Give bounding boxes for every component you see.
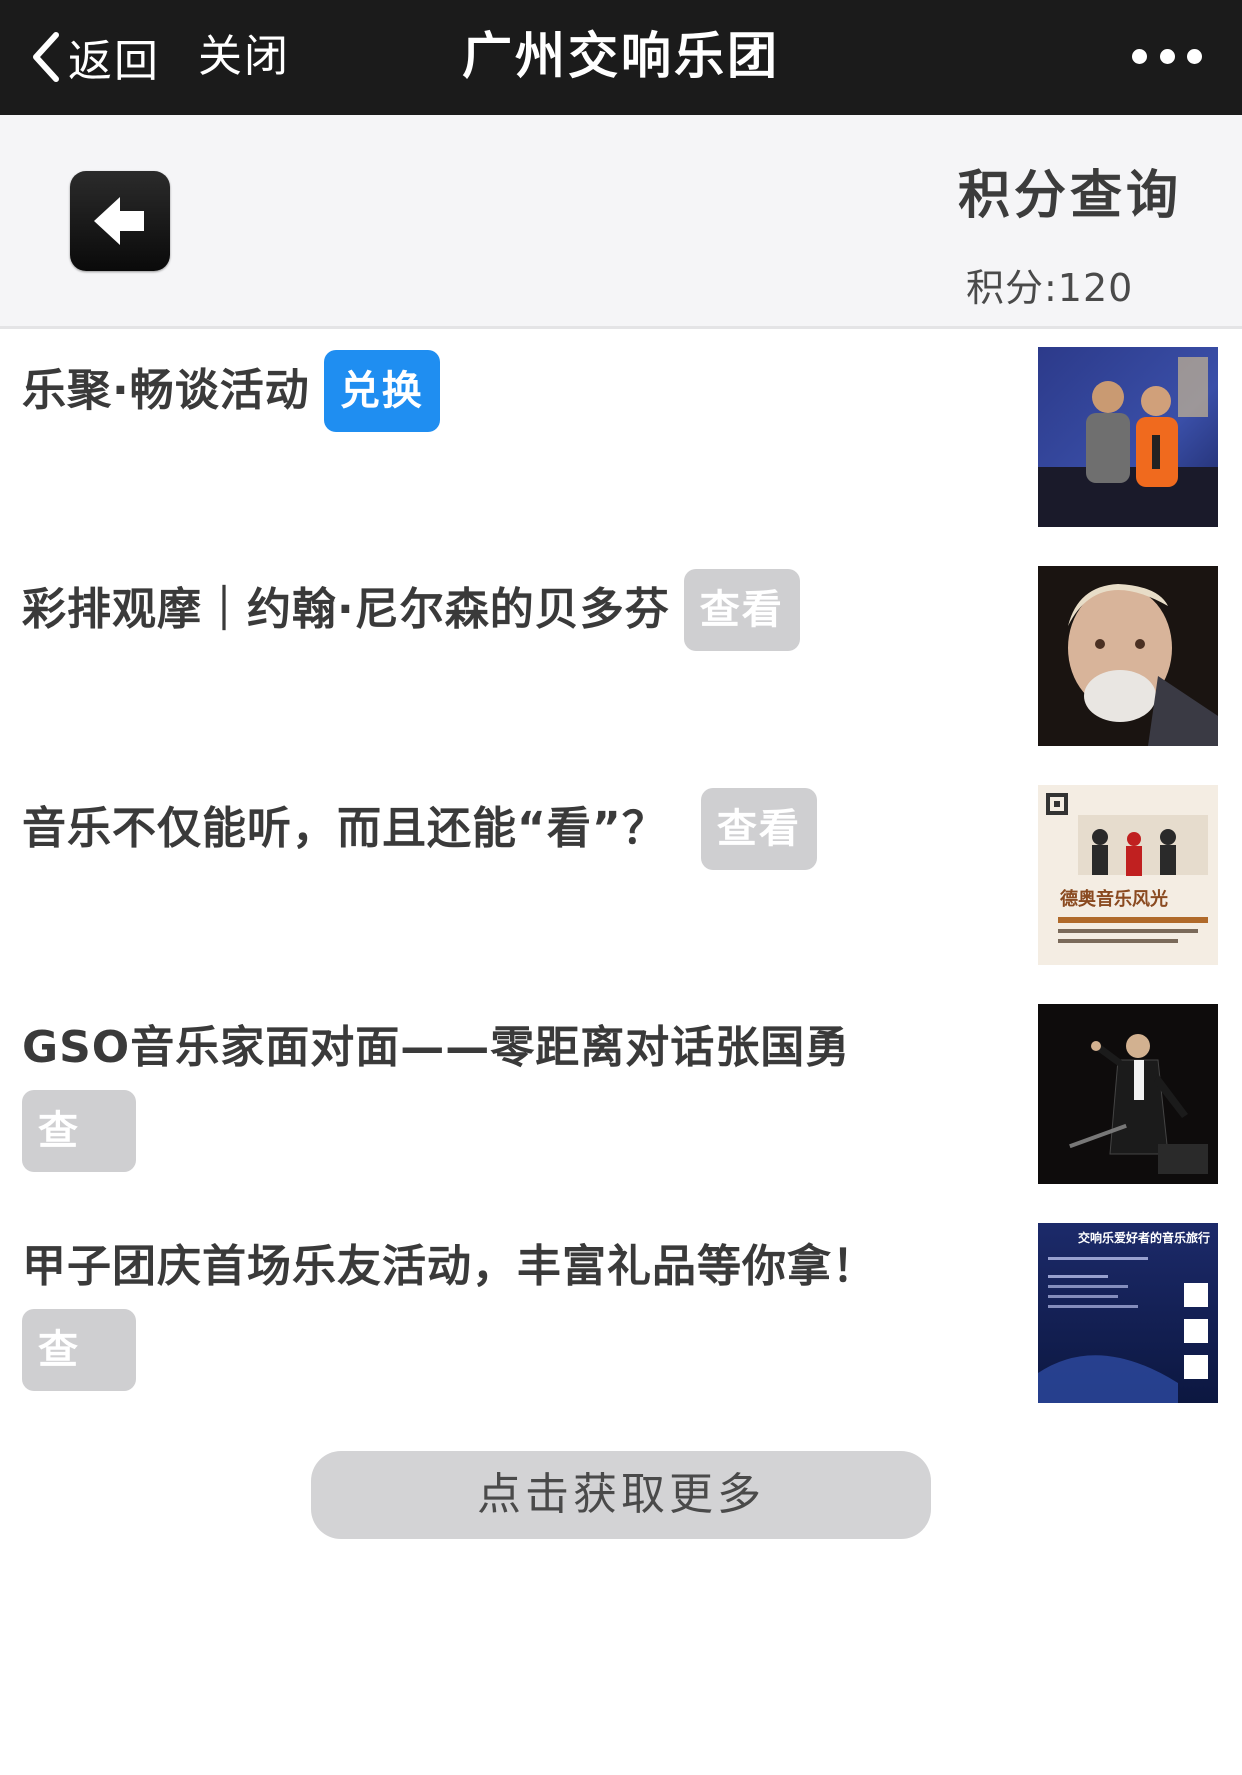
points-balance: 积分:120 <box>966 266 1134 310</box>
item-title: 甲子团庆首场乐友活动，丰富礼品等你拿！ <box>22 1241 877 1292</box>
item-thumbnail[interactable] <box>1038 1004 1218 1184</box>
musicians-photo-icon <box>1038 347 1218 527</box>
item-text: 彩排观摩｜约翰·尼尔森的贝多芬 查看 <box>22 566 1012 652</box>
back-label: 返回 <box>68 36 160 87</box>
view-button[interactable]: 查看 <box>700 788 817 870</box>
item-text: 甲子团庆首场乐友活动，丰富礼品等你拿！ 查看 <box>22 1223 1012 1455</box>
arrow-left-icon <box>94 197 144 245</box>
back-button[interactable]: 返回 <box>28 22 160 92</box>
more-menu-button[interactable] <box>1132 38 1202 74</box>
item-title: 音乐不仅能听，而且还能“看”？ <box>22 803 667 854</box>
redeem-button[interactable]: 兑换 <box>323 350 440 432</box>
item-text: 乐聚·畅谈活动 兑换 <box>22 347 1012 433</box>
item-text: 音乐不仅能听，而且还能“看”？ 查看 <box>22 785 1012 871</box>
list-item[interactable]: GSO音乐家面对面——零距离对话张国勇查看 <box>0 986 1242 1236</box>
list-item[interactable]: 甲子团庆首场乐友活动，丰富礼品等你拿！ 查看 交响乐爱好者的音乐旅行 <box>0 1205 1242 1455</box>
item-title: GSO音乐家面对面——零距离对话张国勇 <box>22 1022 851 1073</box>
poster-title: 德奥音乐风光 <box>1060 889 1168 910</box>
list-item[interactable]: 彩排观摩｜约翰·尼尔森的贝多芬 查看 <box>0 548 1242 767</box>
close-button[interactable]: 关闭 <box>198 22 290 92</box>
load-more-button[interactable]: 点击获取更多 <box>311 1451 931 1539</box>
conductor-stage-icon <box>1038 1004 1218 1184</box>
orchestra-poster-icon <box>1038 1223 1218 1403</box>
list-item[interactable]: 乐聚·畅谈活动 兑换 <box>0 329 1242 548</box>
points-query-title: 积分查询 <box>957 166 1182 226</box>
back-arrow-button[interactable] <box>70 171 170 271</box>
more-dot-icon <box>1132 48 1147 64</box>
item-thumbnail[interactable] <box>1038 566 1218 746</box>
view-button[interactable]: 查看 <box>22 1309 136 1455</box>
music-poster-icon <box>1038 785 1218 965</box>
view-button[interactable]: 查看 <box>683 569 800 651</box>
chevron-left-icon <box>33 32 59 82</box>
points-header: 积分查询 积分:120 <box>0 115 1242 329</box>
page-title: 广州交响乐团 <box>462 27 780 85</box>
item-thumbnail[interactable]: 交响乐爱好者的音乐旅行 <box>1038 1223 1218 1403</box>
more-dot-icon <box>1187 48 1202 64</box>
more-dot-icon <box>1159 48 1175 64</box>
item-title: 乐聚·畅谈活动 <box>22 365 310 416</box>
item-thumbnail[interactable] <box>1038 347 1218 527</box>
list-item[interactable]: 音乐不仅能听，而且还能“看”？ 查看 德奥音乐风光 <box>0 767 1242 986</box>
view-button[interactable]: 查看 <box>22 1090 136 1236</box>
poster-title: 交响乐爱好者的音乐旅行 <box>1078 1231 1211 1245</box>
activity-list: 乐聚·畅谈活动 兑换 彩排观摩｜约翰·尼尔森的贝多芬 查看 音乐不仅能听，而且还… <box>0 329 1242 1455</box>
top-navbar: 返回 关闭 广州交响乐团 <box>0 0 1242 115</box>
item-text: GSO音乐家面对面——零距离对话张国勇查看 <box>22 1004 1012 1236</box>
item-title: 彩排观摩｜约翰·尼尔森的贝多芬 <box>22 584 670 635</box>
conductor-portrait-icon <box>1038 566 1218 746</box>
item-thumbnail[interactable]: 德奥音乐风光 <box>1038 785 1218 965</box>
